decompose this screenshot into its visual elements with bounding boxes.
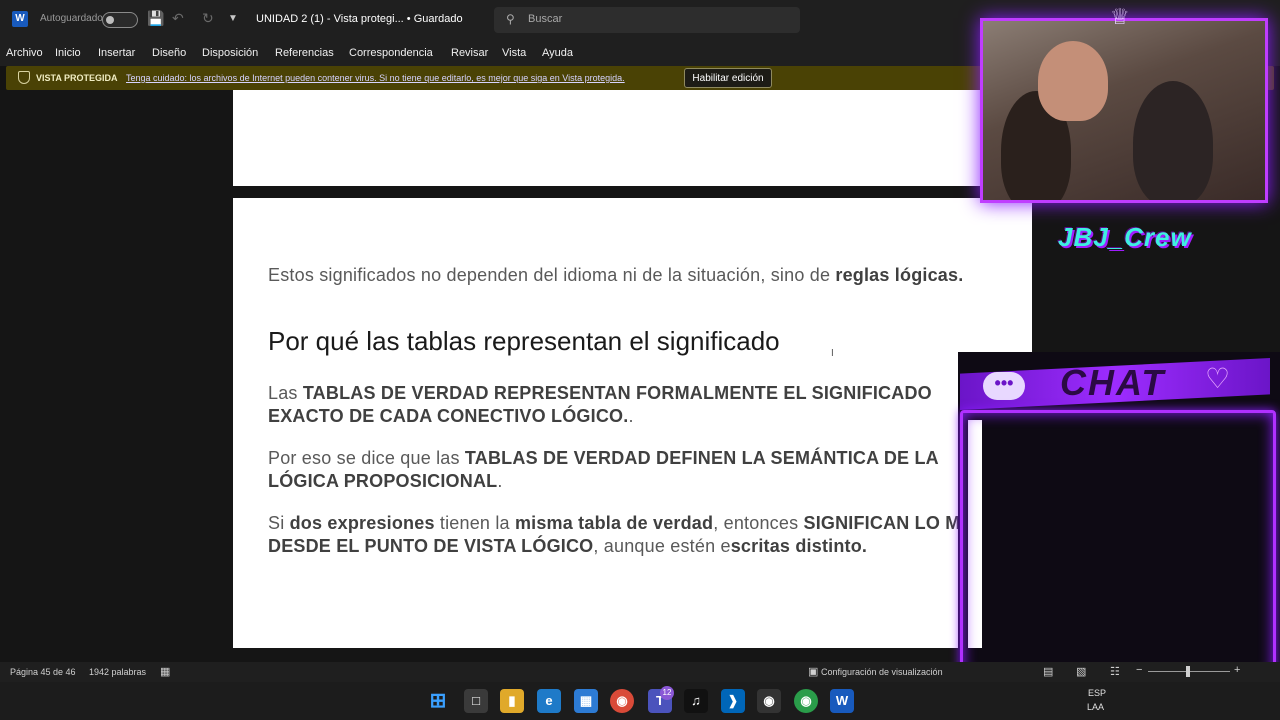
person-right: [1133, 81, 1213, 200]
chrome-icon[interactable]: ◉: [610, 689, 634, 713]
read-mode-icon[interactable]: ▤: [1043, 665, 1053, 678]
web-layout-icon[interactable]: ☷: [1110, 665, 1120, 678]
crew-logo: JBJ_Crew: [1058, 222, 1192, 252]
paragraph-3: Por eso se dice que las TABLAS DE VERDAD…: [268, 447, 1008, 493]
chat-frame: [960, 410, 1276, 680]
text-run: , entonces: [713, 513, 804, 533]
store-icon[interactable]: ▦: [574, 689, 598, 713]
tab-insertar[interactable]: Insertar: [98, 47, 135, 59]
chrome-profile-icon[interactable]: ◉: [794, 689, 818, 713]
tab-correspondencia[interactable]: Correspondencia: [349, 47, 433, 59]
paragraph-2: Las TABLAS DE VERDAD REPRESENTAN FORMALM…: [268, 382, 1008, 428]
display-settings-icon[interactable]: ▣: [808, 665, 818, 678]
document-title[interactable]: UNIDAD 2 (1) - Vista protegi... • Guarda…: [256, 13, 463, 25]
protected-view-title: VISTA PROTEGIDA: [36, 73, 118, 83]
print-layout-icon[interactable]: ▧: [1076, 665, 1086, 678]
toggle-knob: [106, 16, 114, 24]
page-count[interactable]: Página 45 de 46: [10, 667, 76, 677]
search-box[interactable]: ⚲ Buscar: [494, 7, 800, 33]
paragraph-4: Si dos expresiones tienen la misma tabla…: [268, 512, 1008, 558]
text-cursor-icon: I: [831, 348, 834, 359]
chat-bubble-icon: •••: [983, 372, 1025, 400]
text-run: .: [628, 406, 634, 426]
word-taskbar-icon[interactable]: W: [830, 689, 854, 713]
save-icon[interactable]: 💾: [147, 10, 164, 27]
zoom-in-icon[interactable]: +: [1234, 664, 1240, 676]
taskbar: ⊞ □ ▮ e ▦ ◉ T ♫ ❱ ◉ ◉ W ESP LAA: [0, 682, 1280, 720]
windows-start-icon[interactable]: ⊞: [426, 689, 450, 713]
enable-editing-button[interactable]: Habilitar edición: [684, 68, 772, 88]
keyboard-layout-indicator[interactable]: LAA: [1087, 702, 1104, 712]
customize-quick-access-icon[interactable]: ▼: [228, 13, 238, 24]
display-settings[interactable]: Configuración de visualización: [821, 667, 943, 677]
text-run: .: [497, 471, 503, 491]
teams-notification-badge: 12: [660, 686, 674, 700]
bold-text: dos expresiones: [289, 513, 435, 533]
word-app-icon: W: [12, 11, 28, 27]
crown-icon: ♕: [1110, 4, 1130, 29]
tab-diseno[interactable]: Diseño: [152, 47, 186, 59]
text-run: Por eso se dice que las: [268, 448, 465, 468]
person-center: [1038, 41, 1108, 121]
tab-ayuda[interactable]: Ayuda: [542, 47, 573, 59]
shield-icon: [18, 71, 30, 84]
previous-page: [233, 90, 1032, 186]
tiktok-icon[interactable]: ♫: [684, 689, 708, 713]
text-run: , aunque estén e: [593, 536, 731, 556]
tab-referencias[interactable]: Referencias: [275, 47, 334, 59]
tab-inicio[interactable]: Inicio: [55, 47, 81, 59]
status-bar: Página 45 de 46 1942 palabras ▦ ▣ Config…: [0, 662, 1280, 682]
tab-revisar[interactable]: Revisar: [451, 47, 488, 59]
obs-icon[interactable]: ◉: [757, 689, 781, 713]
task-view-icon[interactable]: □: [464, 689, 488, 713]
language-indicator[interactable]: ESP: [1088, 688, 1106, 698]
zoom-slider-thumb[interactable]: [1186, 666, 1190, 677]
bold-text: misma tabla de verdad: [514, 513, 714, 533]
heart-icon: ♡: [1205, 363, 1231, 394]
search-input[interactable]: Buscar: [528, 13, 562, 25]
zoom-out-icon[interactable]: −: [1136, 664, 1142, 676]
tab-vista[interactable]: Vista: [502, 47, 526, 59]
bold-text: TABLAS DE VERDAD REPRESENTAN FORMALMENTE…: [268, 383, 932, 426]
section-heading: Por qué las tablas representan el signif…: [268, 326, 780, 356]
redo-icon[interactable]: ↻: [202, 10, 214, 27]
undo-icon[interactable]: ↶: [172, 10, 184, 27]
proofing-icon[interactable]: ▦: [160, 665, 170, 678]
document-page[interactable]: Estos significados no dependen del idiom…: [233, 198, 1032, 648]
word-count[interactable]: 1942 palabras: [89, 667, 146, 677]
text-run: tienen la: [434, 513, 515, 533]
tab-disposicion[interactable]: Disposición: [202, 47, 258, 59]
bold-text: reglas lógicas.: [835, 265, 964, 285]
text-run: Estos significados no dependen del idiom…: [268, 265, 836, 285]
paragraph-1: Estos significados no dependen del idiom…: [268, 264, 1008, 287]
vscode-icon[interactable]: ❱: [721, 689, 745, 713]
chat-title: CHAT: [1060, 362, 1166, 403]
webcam-overlay: [980, 18, 1268, 203]
bold-text: scritas distinto.: [730, 536, 868, 556]
edge-icon[interactable]: e: [537, 689, 561, 713]
search-icon: ⚲: [506, 12, 515, 26]
autosave-label: Autoguardado: [40, 13, 103, 24]
autosave-toggle[interactable]: [102, 12, 138, 28]
text-run: Las: [268, 383, 303, 403]
file-explorer-icon[interactable]: ▮: [500, 689, 524, 713]
protected-view-message[interactable]: Tenga cuidado: los archivos de Internet …: [126, 73, 625, 83]
text-run: Si: [268, 513, 290, 533]
tab-archivo[interactable]: Archivo: [6, 47, 43, 59]
